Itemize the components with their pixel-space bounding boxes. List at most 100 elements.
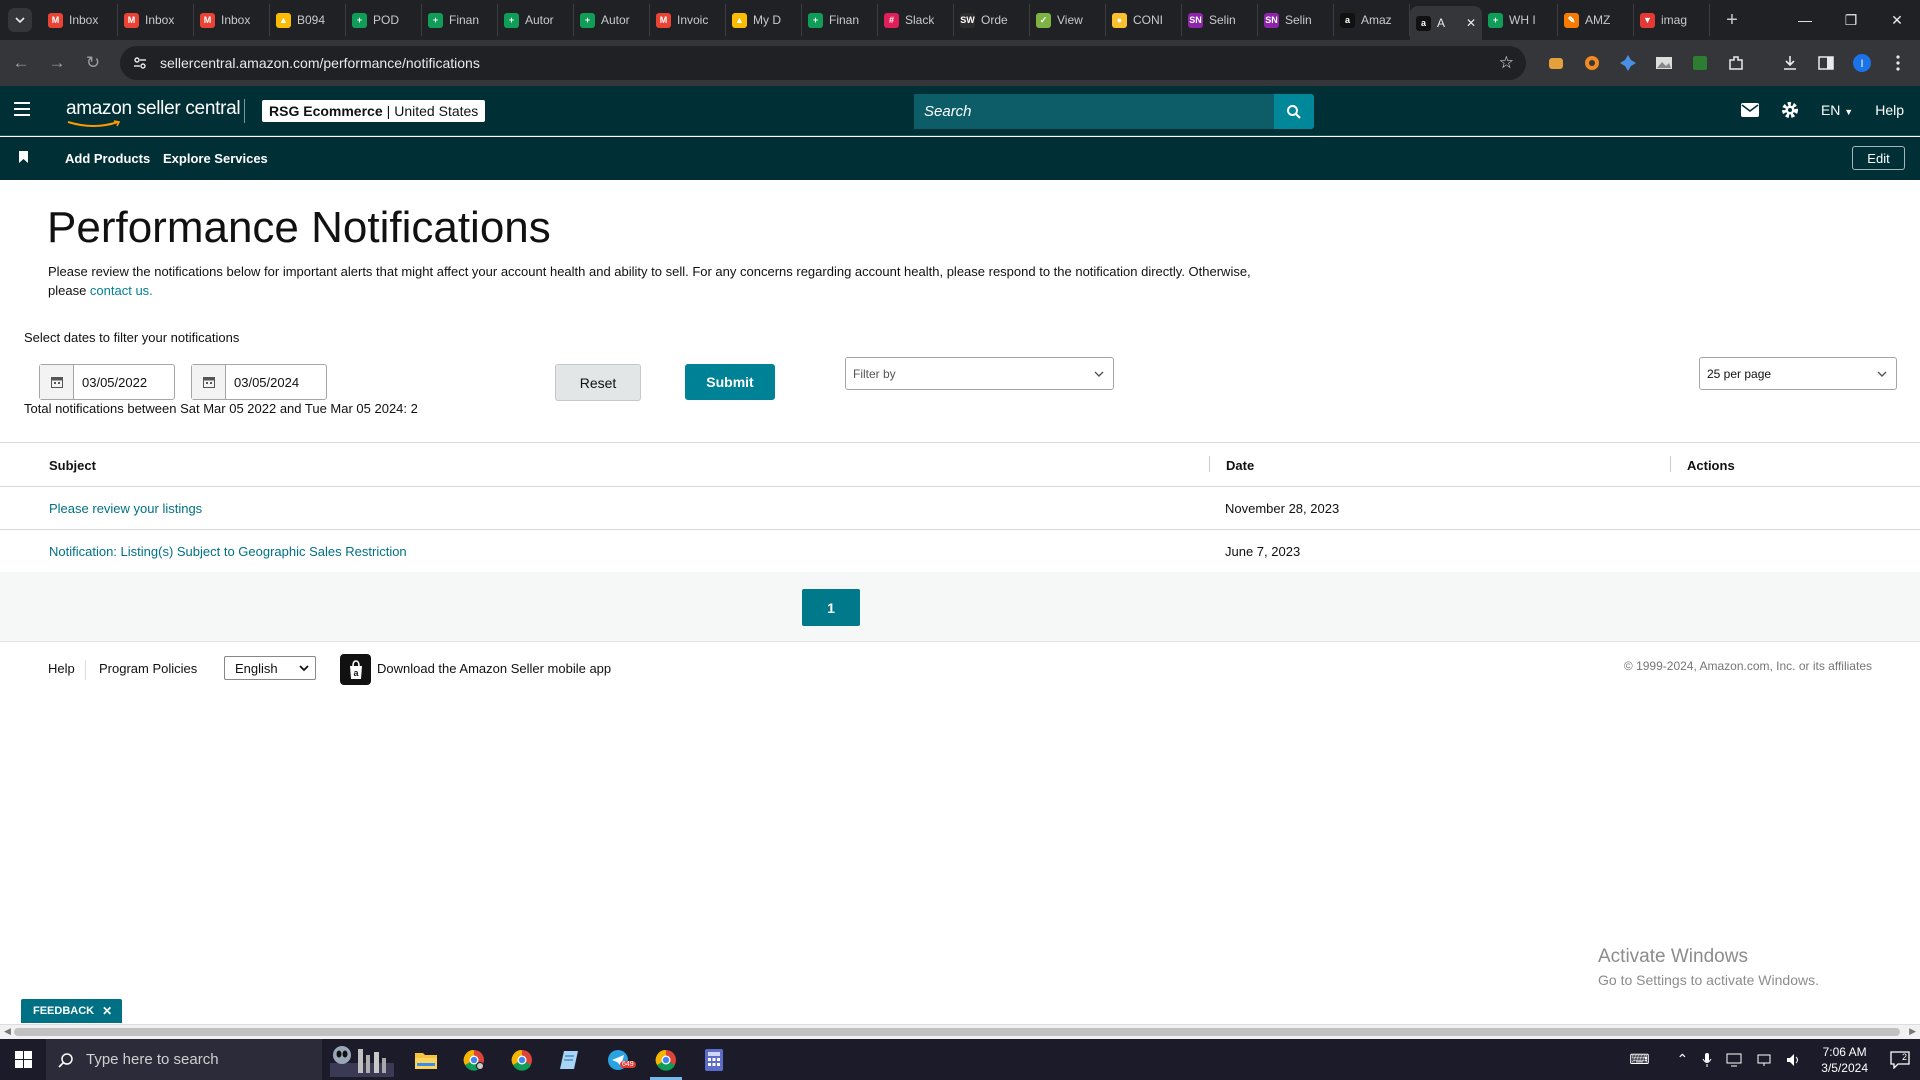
site-info-icon[interactable]: [132, 55, 148, 71]
keyboard-icon[interactable]: ⌨: [1629, 1051, 1649, 1068]
notification-link[interactable]: Notification: Listing(s) Subject to Geog…: [49, 544, 407, 559]
amazon-seller-central-logo[interactable]: amazon seller central: [66, 98, 241, 127]
amazon-app-icon[interactable]: a: [340, 654, 371, 685]
profile-avatar[interactable]: I: [1848, 49, 1876, 77]
microphone-icon[interactable]: [1702, 1052, 1712, 1068]
footer-program-policies-link[interactable]: Program Policies: [99, 661, 197, 676]
submit-button[interactable]: Submit: [685, 364, 775, 400]
taskbar-search-box[interactable]: Type here to search: [46, 1039, 322, 1080]
browser-tab[interactable]: + WH I: [1482, 4, 1558, 36]
notification-center-button[interactable]: 2: [1880, 1050, 1920, 1069]
reload-button[interactable]: ↻: [78, 48, 108, 78]
download-app-link[interactable]: Download the Amazon Seller mobile app: [377, 661, 611, 676]
horizontal-scrollbar[interactable]: ◀ ▶: [0, 1024, 1920, 1039]
browser-tab[interactable]: M Inbox: [194, 4, 270, 36]
browser-tab[interactable]: ▲ My D: [726, 4, 802, 36]
scroll-right-icon[interactable]: ▶: [1909, 1026, 1916, 1037]
tab-search-button[interactable]: [8, 8, 32, 32]
scrollbar-thumb[interactable]: [14, 1028, 1900, 1036]
back-button[interactable]: ←: [6, 48, 36, 78]
taskbar-calculator[interactable]: [690, 1039, 738, 1080]
browser-tab[interactable]: M Inbox: [118, 4, 194, 36]
browser-tab[interactable]: SN Selin: [1258, 4, 1334, 36]
nav-explore-services[interactable]: Explore Services: [163, 151, 268, 166]
scroll-left-icon[interactable]: ◀: [4, 1026, 11, 1037]
browser-tab[interactable]: ✓ View: [1030, 4, 1106, 36]
extension-green-icon[interactable]: [1686, 49, 1714, 77]
mail-icon[interactable]: [1740, 103, 1759, 117]
calendar-icon[interactable]: [40, 365, 74, 399]
browser-tab[interactable]: ✎ AMZ: [1558, 4, 1634, 36]
footer-language-select[interactable]: English: [224, 656, 316, 680]
edit-nav-button[interactable]: Edit: [1852, 146, 1905, 170]
notification-link[interactable]: Please review your listings: [49, 501, 202, 516]
restore-button[interactable]: ❐: [1828, 0, 1874, 40]
close-icon[interactable]: ✕: [102, 1004, 112, 1018]
browser-tab[interactable]: ▲ B094: [270, 4, 346, 36]
browser-tab[interactable]: + Finan: [802, 4, 878, 36]
browser-tab[interactable]: + Finan: [422, 4, 498, 36]
extensions-puzzle-icon[interactable]: [1722, 49, 1750, 77]
forward-button[interactable]: →: [42, 48, 72, 78]
taskbar-chrome-profile[interactable]: [450, 1039, 498, 1080]
column-header-subject[interactable]: Subject: [49, 443, 96, 487]
browser-tab[interactable]: ● CONI: [1106, 4, 1182, 36]
help-link[interactable]: Help: [1875, 102, 1904, 118]
address-bar[interactable]: sellercentral.amazon.com/performance/not…: [120, 46, 1526, 80]
start-date-field[interactable]: 03/05/2022: [39, 364, 175, 400]
taskbar-news-widget[interactable]: [322, 1039, 402, 1080]
new-tab-button[interactable]: +: [1720, 9, 1744, 32]
display-icon[interactable]: [1726, 1053, 1742, 1067]
extension-cookie-icon[interactable]: [1542, 49, 1570, 77]
browser-tab[interactable]: M Invoic: [650, 4, 726, 36]
end-date-field[interactable]: 03/05/2024: [191, 364, 327, 400]
browser-tab[interactable]: SN Selin: [1182, 4, 1258, 36]
browser-tab[interactable]: ▼ imag: [1634, 4, 1710, 36]
filter-by-select[interactable]: Filter by: [845, 357, 1114, 390]
language-selector[interactable]: EN ▼: [1821, 102, 1853, 118]
contact-us-link[interactable]: contact us.: [90, 283, 153, 298]
gear-icon[interactable]: [1781, 101, 1799, 119]
close-tab-icon[interactable]: ✕: [1466, 16, 1476, 30]
footer-help-link[interactable]: Help: [48, 661, 75, 676]
minimize-button[interactable]: —: [1782, 0, 1828, 40]
side-panel-icon[interactable]: [1812, 49, 1840, 77]
browser-tab[interactable]: SW Orde: [954, 4, 1030, 36]
bookmark-star-icon[interactable]: ☆: [1499, 53, 1514, 73]
show-hidden-icons[interactable]: ⌃: [1677, 1051, 1689, 1068]
browser-tab[interactable]: M Inbox: [42, 4, 118, 36]
windows-start-button[interactable]: [0, 1039, 46, 1080]
search-button[interactable]: [1274, 94, 1314, 129]
browser-tab[interactable]: + Autor: [498, 4, 574, 36]
hamburger-menu-icon[interactable]: [14, 102, 30, 116]
bookmark-icon[interactable]: [19, 151, 28, 163]
download-icon[interactable]: [1776, 49, 1804, 77]
search-input[interactable]: Search: [914, 94, 1276, 129]
per-page-select[interactable]: 25 per page: [1699, 357, 1897, 390]
extension-orange-icon[interactable]: [1578, 49, 1606, 77]
column-header-date[interactable]: Date: [1226, 443, 1254, 487]
taskbar-chrome[interactable]: [498, 1039, 546, 1080]
taskbar-clock[interactable]: 7:06 AM 3/5/2024: [1821, 1044, 1868, 1076]
taskbar-file-explorer[interactable]: [402, 1039, 450, 1080]
volume-icon[interactable]: [1786, 1053, 1802, 1067]
browser-tab[interactable]: a Amaz: [1334, 4, 1410, 36]
browser-tab[interactable]: a A ✕: [1410, 6, 1482, 40]
account-switcher[interactable]: RSG Ecommerce | United States: [262, 100, 486, 122]
feedback-tab[interactable]: FEEDBACK ✕: [21, 999, 123, 1023]
extension-blue-icon[interactable]: [1614, 49, 1642, 77]
calendar-icon[interactable]: [192, 365, 226, 399]
browser-menu-icon[interactable]: [1884, 49, 1912, 77]
browser-tab[interactable]: # Slack: [878, 4, 954, 36]
close-window-button[interactable]: ✕: [1874, 0, 1920, 40]
taskbar-notepad[interactable]: [546, 1039, 594, 1080]
extension-image-icon[interactable]: [1650, 49, 1678, 77]
nav-add-products[interactable]: Add Products: [65, 151, 150, 166]
taskbar-chrome-active[interactable]: [642, 1039, 690, 1080]
network-icon[interactable]: [1756, 1053, 1772, 1067]
browser-tab[interactable]: + POD: [346, 4, 422, 36]
browser-tab[interactable]: + Autor: [574, 4, 650, 36]
page-1-button[interactable]: 1: [802, 589, 860, 626]
reset-button[interactable]: Reset: [555, 364, 641, 401]
taskbar-telegram[interactable]: 649: [594, 1039, 642, 1080]
